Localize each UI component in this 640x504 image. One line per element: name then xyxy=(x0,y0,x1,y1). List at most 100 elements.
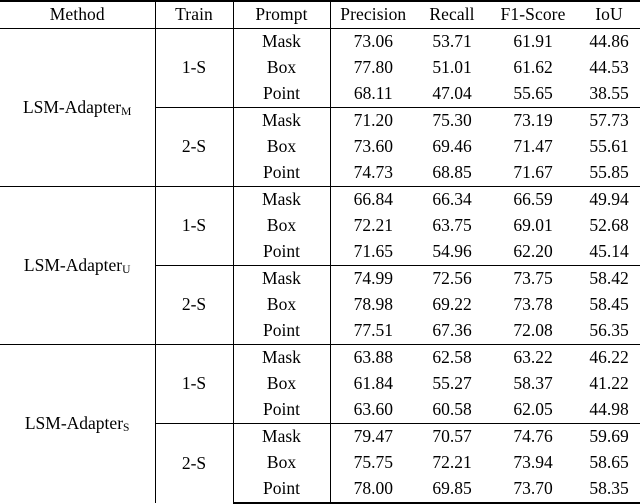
metric-cell-recall: 62.58 xyxy=(416,344,488,371)
train-setting-cell: 1-S xyxy=(155,344,234,424)
method-name-base: LSM-Adapter xyxy=(23,254,123,275)
metric-cell-f1-score: 61.62 xyxy=(513,57,553,78)
prompt-type-cell: Mask xyxy=(233,344,331,371)
metric-cell-f1-score: 71.47 xyxy=(513,136,553,157)
metric-cell-precision: 77.51 xyxy=(353,320,393,341)
metric-cell-iou: 58.45 xyxy=(589,294,629,315)
metric-cell-precision: 71.65 xyxy=(353,241,393,262)
column-header-method: Method xyxy=(0,0,156,29)
metric-cell-f1-score: 71.67 xyxy=(513,162,553,183)
metric-cell-recall: 70.57 xyxy=(416,423,488,450)
metric-cell-precision: 71.20 xyxy=(330,107,416,134)
prompt-type-cell: Point xyxy=(233,476,331,504)
prompt-type-cell: Point xyxy=(233,160,331,187)
metric-cell-recall: 72.56 xyxy=(416,265,488,292)
table-body: LSM-AdapterM 1-S Mask 73.06 53.71 61.91 44.86 B… xyxy=(0,28,640,504)
method-name-cell: LSM-AdapterU xyxy=(0,186,156,345)
metric-cell-precision: 78.00 xyxy=(330,476,416,504)
method-name-base: LSM-Adapter xyxy=(24,413,124,434)
metric-cell-iou: 52.68 xyxy=(589,215,629,236)
column-header-prompt: Prompt xyxy=(233,0,331,29)
method-name-base: LSM-Adapter xyxy=(22,96,122,117)
metric-cell-f1-score: 55.65 xyxy=(513,83,553,104)
metric-cell-precision: 75.75 xyxy=(353,452,393,473)
metric-cell-f1-score: 73.19 xyxy=(488,107,578,134)
metric-cell-iou: 44.53 xyxy=(589,57,629,78)
metric-cell-iou: 44.98 xyxy=(589,399,629,420)
metric-cell-iou: 55.85 xyxy=(589,162,629,183)
metric-cell-precision: 74.73 xyxy=(353,162,393,183)
column-header-train: Train xyxy=(155,0,234,29)
metric-cell-iou: 58.42 xyxy=(578,265,640,292)
metric-cell-f1-score: 73.75 xyxy=(488,265,578,292)
metric-cell-precision: 66.84 xyxy=(330,186,416,213)
metric-cell-precision: 73.60 xyxy=(353,136,393,157)
metric-cell-recall: 53.71 xyxy=(432,31,472,52)
table-row: LSM-AdapterU 1-S Mask 66.84 66.34 66.59 49.94 xyxy=(0,186,640,345)
metric-cell-precision: 74.99 xyxy=(330,265,416,292)
prompt-type-cell: Mask xyxy=(233,28,331,55)
metric-cell-iou: 45.14 xyxy=(589,241,629,262)
prompt-type-cell: Mask xyxy=(233,423,331,450)
metric-cell-recall: 75.30 xyxy=(416,107,488,134)
column-header-iou: IoU xyxy=(578,0,640,29)
metric-cell-precision: 72.21 xyxy=(353,215,393,236)
header-row: Method Train Prompt Precision Recall F1-… xyxy=(0,0,640,29)
table-header: Method Train Prompt Precision Recall F1-… xyxy=(0,0,640,29)
metric-cell-f1-score: 58.37 xyxy=(513,373,553,394)
metric-cell-f1-score: 66.59 xyxy=(488,186,578,213)
metric-cell-recall: 51.01 xyxy=(432,57,472,78)
metric-cell-f1-score: 61.91 xyxy=(513,31,553,52)
prompt-type-cell: Point xyxy=(233,81,331,108)
column-header-precision: Precision xyxy=(330,0,416,29)
metric-cell-precision: 63.60 xyxy=(353,399,393,420)
metric-cell-precision: 78.98 xyxy=(353,294,393,315)
results-table: Method Train Prompt Precision Recall F1-… xyxy=(0,0,640,504)
metric-cell-recall: 69.85 xyxy=(416,476,488,504)
metric-cell-recall: 66.34 xyxy=(416,186,488,213)
metric-cell-iou: 41.22 xyxy=(589,373,629,394)
metric-cell-f1-score: 73.78 xyxy=(513,294,553,315)
metric-cell-precision: 73.06 xyxy=(353,31,393,52)
metric-cell-iou: 57.73 xyxy=(578,107,640,134)
prompt-type-cell: Mask xyxy=(233,265,331,292)
metric-cell-f1-score: 69.01 xyxy=(513,215,553,236)
prompt-type-cell: Point xyxy=(233,239,331,266)
method-name-subscript: U xyxy=(122,263,131,276)
metric-cell-f1-score: 63.22 xyxy=(488,344,578,371)
train-setting-cell: 1-S xyxy=(155,28,234,108)
method-name-cell: LSM-AdapterS xyxy=(0,344,156,503)
metric-cell-iou: 44.86 xyxy=(589,31,629,52)
metric-cell-recall: 60.58 xyxy=(432,399,472,420)
prompt-type-cell: Box xyxy=(233,134,331,160)
metric-cell-recall: 72.21 xyxy=(432,452,472,473)
metric-cell-recall: 55.27 xyxy=(432,373,472,394)
prompt-type-cell: Point xyxy=(233,397,331,424)
prompt-type-cell: Box xyxy=(233,213,331,239)
method-name-subscript: M xyxy=(121,105,132,118)
metric-cell-iou: 58.65 xyxy=(589,452,629,473)
metric-cell-precision: 68.11 xyxy=(353,83,393,104)
metric-cell-iou: 38.55 xyxy=(589,83,629,104)
train-setting-cell: 2-S xyxy=(155,265,234,345)
prompt-type-cell: Point xyxy=(233,318,331,345)
prompt-type-cell: Box xyxy=(233,371,331,397)
metric-cell-f1-score: 62.05 xyxy=(513,399,553,420)
metric-cell-iou: 56.35 xyxy=(589,320,629,341)
metric-cell-iou: 59.69 xyxy=(578,423,640,450)
prompt-type-cell: Mask xyxy=(233,107,331,134)
train-setting-cell: 1-S xyxy=(155,186,234,266)
metric-cell-iou: 58.35 xyxy=(578,476,640,504)
metric-cell-f1-score: 73.94 xyxy=(513,452,553,473)
metric-cell-f1-score: 73.70 xyxy=(488,476,578,504)
metric-cell-f1-score: 74.76 xyxy=(488,423,578,450)
metric-cell-f1-score: 62.20 xyxy=(513,241,553,262)
table-row: LSM-AdapterS 1-S Mask 63.88 62.58 63.22 46.22 xyxy=(0,344,640,503)
metric-cell-iou: 55.61 xyxy=(589,136,629,157)
prompt-type-cell: Mask xyxy=(233,186,331,213)
metric-cell-precision: 61.84 xyxy=(353,373,393,394)
metric-cell-iou: 49.94 xyxy=(578,186,640,213)
metric-cell-precision: 63.88 xyxy=(330,344,416,371)
metric-cell-precision: 77.80 xyxy=(353,57,393,78)
metric-cell-recall: 68.85 xyxy=(432,162,472,183)
